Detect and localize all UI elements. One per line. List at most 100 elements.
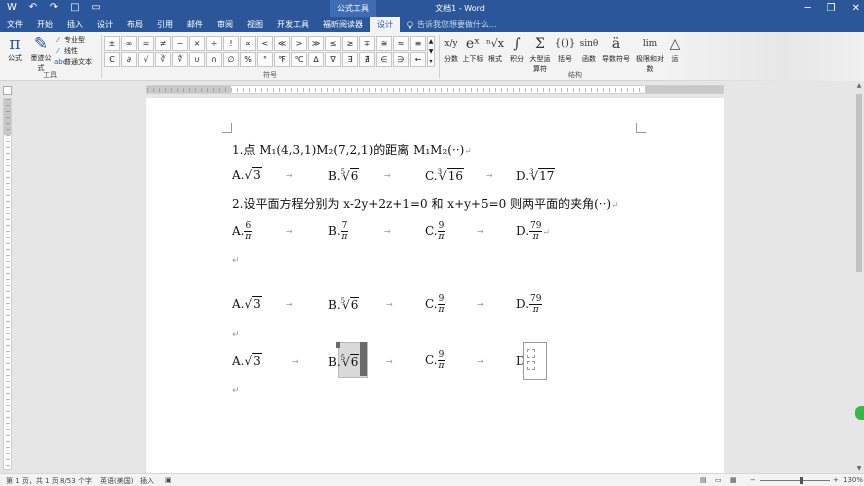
symbol-degree[interactable]: ° bbox=[257, 52, 273, 67]
tab-file[interactable]: 文件 bbox=[0, 17, 30, 32]
ink-equation-button[interactable]: ✎ 墨迹公式 bbox=[28, 35, 54, 73]
symbol-celsius[interactable]: ℃ bbox=[291, 52, 307, 67]
symbol-delta[interactable]: ∆ bbox=[308, 52, 324, 67]
language[interactable]: 英语(美国) bbox=[100, 476, 133, 486]
question-1-stem[interactable]: 1.点 M₁(4,3,1)M₂(7,2,1)的距离 M₁M₂(··)↵ bbox=[232, 141, 472, 158]
tab-view[interactable]: 视图 bbox=[240, 17, 270, 32]
tab-developer[interactable]: 开发工具 bbox=[270, 17, 316, 32]
symbol-proportional[interactable]: ∝ bbox=[240, 36, 256, 51]
q2-option-b[interactable]: B. 7 π bbox=[328, 221, 349, 242]
tab-home[interactable]: 开始 bbox=[30, 17, 60, 32]
horizontal-ruler[interactable] bbox=[146, 85, 724, 94]
restore-button[interactable]: ❐ bbox=[827, 0, 836, 17]
symbol-identical[interactable]: ≡ bbox=[410, 36, 426, 51]
zoom-slider[interactable] bbox=[760, 480, 830, 481]
accent-button[interactable]: ä 导数符号 bbox=[601, 34, 631, 64]
q2-option-d[interactable]: D. 79 π ↵ bbox=[516, 221, 550, 242]
redo-icon[interactable]: ↷ bbox=[48, 2, 60, 14]
symbol-not-exists[interactable]: ∄ bbox=[359, 52, 375, 67]
equation-handle-side[interactable] bbox=[360, 342, 367, 376]
close-button[interactable]: ✕ bbox=[852, 0, 860, 17]
symbol-much-less[interactable]: ≪ bbox=[274, 36, 290, 51]
symbol-left-arrow[interactable]: ← bbox=[410, 52, 426, 67]
q1-option-d[interactable]: D.3√17 bbox=[516, 168, 556, 183]
numerator-placeholder[interactable] bbox=[527, 349, 535, 358]
minimize-button[interactable]: ─ bbox=[805, 0, 811, 17]
symbol-cbrt[interactable]: ∛ bbox=[155, 52, 171, 67]
zoom-in-icon[interactable]: + bbox=[833, 476, 839, 484]
q1-option-c[interactable]: C.3√16 bbox=[425, 168, 464, 183]
print-preview-icon[interactable]: ▭ bbox=[90, 2, 102, 14]
symbol-intersection[interactable]: ∩ bbox=[206, 52, 222, 67]
q1-option-b[interactable]: B.5√6 bbox=[328, 168, 360, 183]
tab-equation-design[interactable]: 设计 bbox=[370, 17, 400, 32]
symbol-union[interactable]: ∪ bbox=[189, 52, 205, 67]
symbol-times[interactable]: × bbox=[189, 36, 205, 51]
professional-button[interactable]: ⁄ 专业型 bbox=[54, 35, 85, 45]
new-document-icon[interactable]: □ bbox=[69, 2, 81, 14]
symbol-empty-set[interactable]: ∅ bbox=[223, 52, 239, 67]
floating-assistant-icon[interactable] bbox=[855, 406, 864, 420]
symbol-equals[interactable]: = bbox=[138, 36, 154, 51]
fraction-button[interactable]: x/y 分数 bbox=[442, 34, 460, 64]
function-button[interactable]: sinθ 函数 bbox=[578, 34, 600, 64]
row4-option-a[interactable]: A.√3 bbox=[232, 353, 262, 368]
row3-option-a[interactable]: A.√3 bbox=[232, 296, 262, 311]
symbol-less-equal[interactable]: ≤ bbox=[325, 36, 341, 51]
equation-handle-top[interactable] bbox=[336, 342, 340, 348]
zoom-out-icon[interactable]: − bbox=[750, 476, 756, 484]
symbol-element-of[interactable]: ∈ bbox=[376, 52, 392, 67]
tab-insert[interactable]: 插入 bbox=[60, 17, 90, 32]
q2-option-a[interactable]: A. 6 π bbox=[232, 221, 253, 242]
insert-mode[interactable]: 插入 bbox=[140, 476, 154, 486]
tab-selector[interactable] bbox=[3, 86, 12, 95]
symbol-contains[interactable]: ∋ bbox=[393, 52, 409, 67]
symbol-exists[interactable]: ∃ bbox=[342, 52, 358, 67]
symbol-nabla[interactable]: ∇ bbox=[325, 52, 341, 67]
word-count[interactable]: 8/53 个字 bbox=[60, 476, 92, 486]
tab-design[interactable]: 设计 bbox=[90, 17, 120, 32]
denominator-placeholder[interactable] bbox=[527, 361, 535, 370]
symbol-congruent[interactable]: ≅ bbox=[376, 36, 392, 51]
undo-icon[interactable]: ↶ bbox=[27, 2, 39, 14]
linear-button[interactable]: ⁄ 线性 bbox=[54, 46, 78, 56]
symbol-much-greater[interactable]: ≫ bbox=[308, 36, 324, 51]
radical-button[interactable]: ⁿ√x 根式 bbox=[485, 34, 505, 64]
symbol-greater-equal[interactable]: ≥ bbox=[342, 36, 358, 51]
document-page[interactable]: 1.点 M₁(4,3,1)M₂(7,2,1)的距离 M₁M₂(··)↵ A.√3… bbox=[146, 98, 724, 473]
symbol-gallery-more[interactable]: ▲ ▼ ▾ bbox=[427, 36, 435, 67]
tab-foxit-reader[interactable]: 福昕阅读器 bbox=[316, 17, 370, 32]
scroll-up-icon[interactable]: ▲ bbox=[854, 82, 864, 89]
row3-option-b[interactable]: B.5√6 bbox=[328, 297, 360, 312]
large-operator-button[interactable]: Σ 大型运算符 bbox=[528, 34, 552, 74]
equation-button[interactable]: π 公式 bbox=[3, 35, 27, 63]
page-count[interactable]: 第 1 页，共 1 页 bbox=[6, 476, 59, 486]
symbol-minus-plus[interactable]: ∓ bbox=[359, 36, 375, 51]
scrollbar-thumb[interactable] bbox=[856, 94, 862, 272]
normal-text-button[interactable]: abc 普通文本 bbox=[54, 57, 92, 67]
integral-button[interactable]: ∫ 积分 bbox=[507, 34, 527, 64]
read-mode-icon[interactable]: ▤ bbox=[700, 476, 707, 484]
row4-option-c[interactable]: C. 9 π bbox=[425, 350, 446, 371]
symbol-greater-than[interactable]: > bbox=[291, 36, 307, 51]
script-button[interactable]: eˣ 上下标 bbox=[462, 34, 484, 64]
symbol-percent[interactable]: % bbox=[240, 52, 256, 67]
symbol-divide[interactable]: ÷ bbox=[206, 36, 222, 51]
tell-me-search[interactable]: 告诉我您想要做什么... bbox=[406, 19, 497, 30]
row4-option-b[interactable]: B.5√6 bbox=[328, 354, 360, 369]
web-layout-icon[interactable]: ▦ bbox=[730, 476, 737, 484]
symbol-complement[interactable]: C bbox=[104, 52, 120, 67]
zoom-level[interactable]: 130% bbox=[843, 476, 863, 484]
symbol-fahrenheit[interactable]: ℉ bbox=[274, 52, 290, 67]
bracket-button[interactable]: {()} 括号 bbox=[554, 34, 576, 64]
symbol-factorial[interactable]: ! bbox=[223, 36, 239, 51]
symbol-sqrt[interactable]: √ bbox=[138, 52, 154, 67]
q2-option-c[interactable]: C. 9 π bbox=[425, 221, 446, 242]
symbol-approx[interactable]: ≈ bbox=[393, 36, 409, 51]
scroll-down-icon[interactable]: ▼ bbox=[854, 465, 864, 472]
tab-layout[interactable]: 布局 bbox=[120, 17, 150, 32]
zoom-slider-thumb[interactable] bbox=[800, 477, 803, 484]
symbol-plus-minus[interactable]: ± bbox=[104, 36, 120, 51]
tab-review[interactable]: 审阅 bbox=[210, 17, 240, 32]
tab-mailings[interactable]: 邮件 bbox=[180, 17, 210, 32]
